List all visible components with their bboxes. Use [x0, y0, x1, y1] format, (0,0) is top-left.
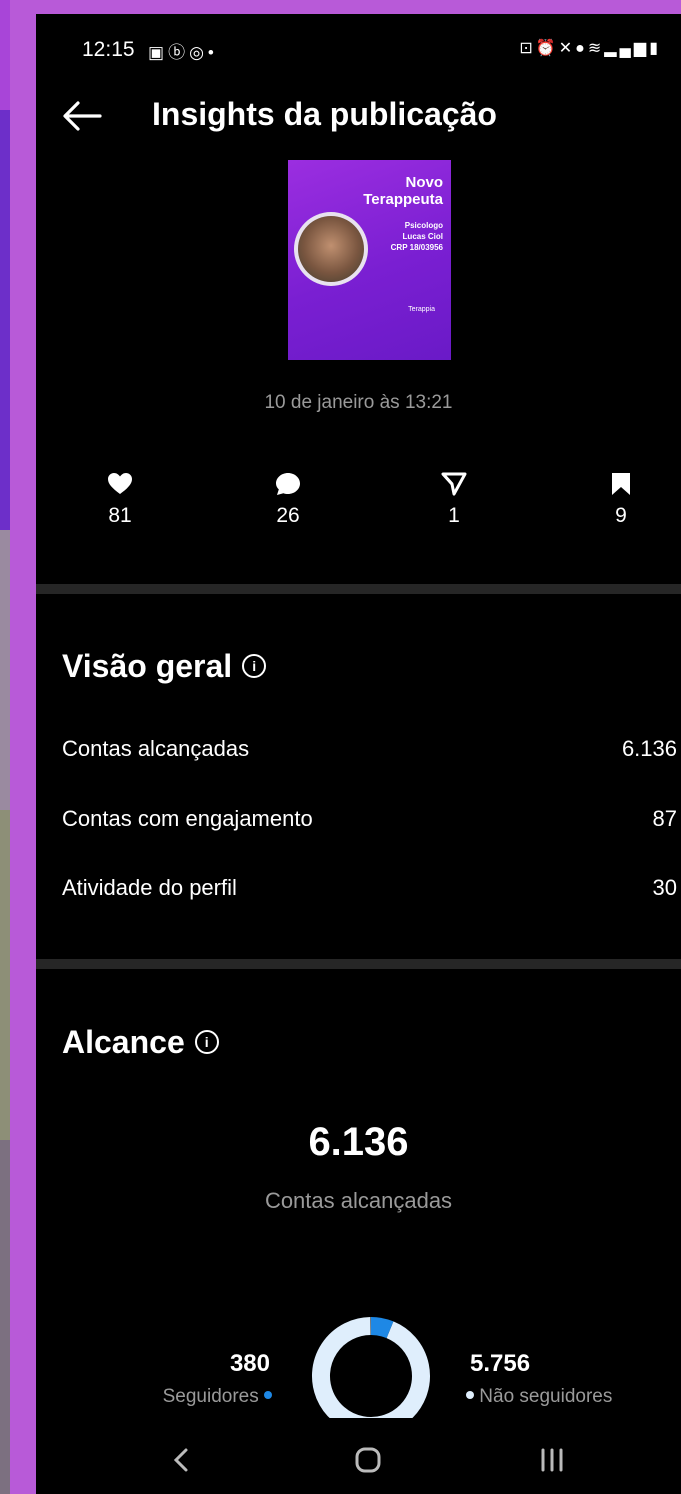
overview-title: Visão geral i — [62, 648, 267, 685]
non-followers-arc — [312, 1317, 430, 1434]
row-value: 6.136 — [621, 736, 677, 761]
page-title: Insights da publicação — [152, 96, 497, 132]
post-thumbnail[interactable]: Novo Terappeuta Psicologo Lucas Ciol CRP… — [288, 160, 451, 360]
likes-count: 81 — [108, 504, 132, 527]
followers-dot — [264, 1390, 272, 1399]
info-icon[interactable]: i — [194, 1029, 219, 1054]
notification-icons: ▣ⓑ◎• — [148, 38, 218, 63]
system-nav-bar — [36, 1418, 681, 1494]
followers-legend: Seguidores — [116, 1386, 272, 1408]
back-button[interactable] — [60, 98, 102, 134]
saves-count: 9 — [615, 504, 627, 527]
lock-icon: ⊡ — [519, 40, 536, 57]
avatar — [298, 216, 364, 282]
non-followers-count: 5.756 — [470, 1350, 531, 1377]
phone-screen: 12:15 ▣ⓑ◎• ⊡⏰✕●≋▂▄▆▮ Insights da publica… — [36, 14, 681, 1494]
non-followers-dot — [466, 1390, 474, 1399]
battery-icon: ▮ — [649, 40, 661, 57]
instagram-icon: ◎ — [189, 43, 208, 62]
non-followers-label: Não seguidores — [479, 1386, 613, 1407]
mute-icon: ✕ — [558, 40, 576, 57]
comments-count: 26 — [276, 504, 300, 527]
shares-count: 1 — [448, 504, 460, 527]
location-icon: ● — [575, 40, 588, 57]
followers-arc — [370, 1317, 394, 1339]
reach-total: 6.136 — [308, 1120, 409, 1164]
row-label: Contas alcançadas — [62, 736, 250, 761]
arrow-left-icon — [63, 101, 102, 131]
b-icon: ⓑ — [168, 43, 190, 62]
thumbnail-brand: Terappia — [408, 306, 435, 313]
post-date: 10 de janeiro às 13:21 — [264, 392, 453, 413]
overview-row[interactable]: Contas com engajamento 87 — [62, 806, 677, 832]
likes-stat: 81 — [80, 472, 160, 528]
status-time: 12:15 — [82, 38, 135, 61]
home-nav-button[interactable] — [348, 1442, 388, 1478]
recents-nav-button[interactable] — [532, 1442, 572, 1478]
row-label: Atividade do perfil — [62, 875, 237, 900]
home-nav-icon — [355, 1447, 381, 1473]
row-label: Contas com engajamento — [62, 806, 313, 831]
followers-count: 380 — [229, 1350, 270, 1377]
wifi-icon: ≋ — [587, 40, 605, 57]
reach-total-label: Contas alcançadas — [264, 1188, 453, 1213]
recents-nav-icon — [541, 1448, 563, 1472]
non-followers-legend: Não seguidores — [466, 1386, 612, 1408]
back-nav-button[interactable] — [162, 1442, 202, 1478]
heart-icon — [108, 473, 132, 494]
overview-row[interactable]: Atividade do perfil 30 — [62, 875, 677, 901]
overview-row[interactable]: Contas alcançadas 6.136 — [62, 736, 677, 762]
section-divider — [36, 959, 681, 969]
background-collage — [0, 0, 36, 1494]
comment-icon — [276, 473, 300, 495]
section-divider — [36, 584, 681, 594]
signal-icon: ▂▄▆ — [604, 40, 650, 57]
dot-icon: • — [207, 43, 218, 62]
saves-stat: 9 — [581, 472, 661, 528]
thumbnail-headline: Novo Terappeuta — [363, 174, 443, 208]
row-value: 30 — [652, 875, 677, 900]
back-nav-icon — [173, 1448, 188, 1472]
image-icon: ▣ — [148, 43, 169, 62]
shares-stat: 1 — [414, 472, 494, 528]
thumbnail-details: Psicologo Lucas Ciol CRP 18/03956 — [390, 221, 443, 252]
followers-label: Seguidores — [162, 1386, 259, 1407]
reach-title: Alcance i — [62, 1024, 219, 1061]
comments-stat: 26 — [248, 472, 328, 528]
row-value: 87 — [652, 806, 677, 831]
bookmark-icon — [612, 473, 630, 495]
send-icon — [441, 472, 467, 496]
info-icon[interactable]: i — [242, 653, 267, 678]
alarm-icon: ⏰ — [535, 40, 559, 57]
status-bar: 12:15 ▣ⓑ◎• ⊡⏰✕●≋▂▄▆▮ — [36, 14, 681, 80]
system-icons: ⊡⏰✕●≋▂▄▆▮ — [519, 38, 661, 58]
reach-donut-chart — [312, 1317, 430, 1434]
